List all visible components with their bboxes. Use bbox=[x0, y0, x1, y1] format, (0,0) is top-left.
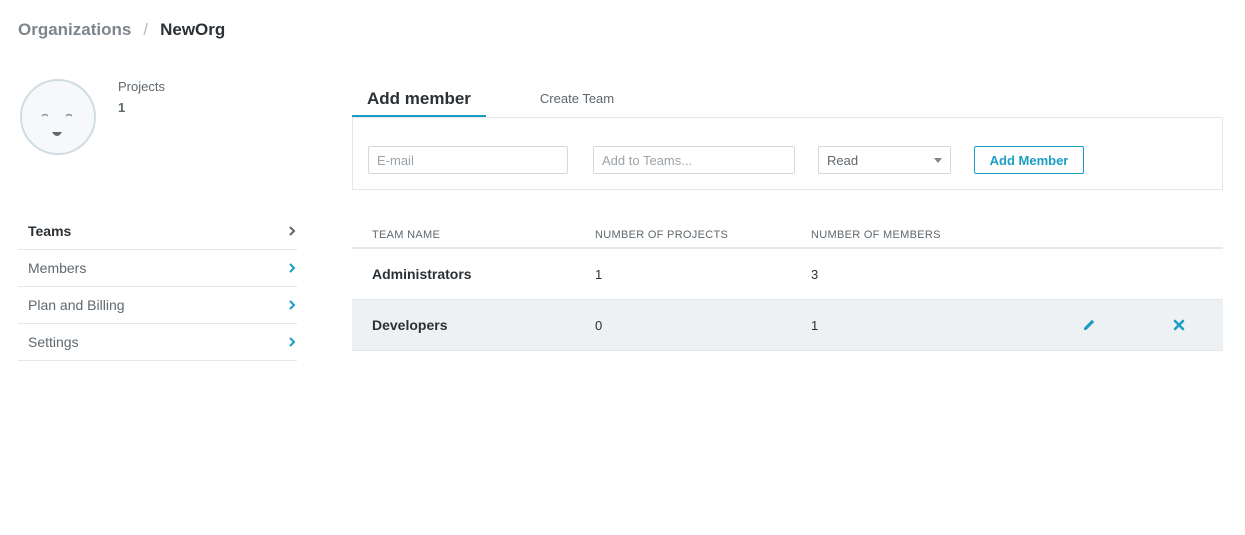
tab-add-member[interactable]: Add member bbox=[352, 82, 486, 118]
tab-create-team[interactable]: Create Team bbox=[540, 82, 614, 118]
sidebar-item-label: Members bbox=[28, 260, 87, 276]
close-icon bbox=[1173, 319, 1185, 331]
table-header: TEAM NAME NUMBER OF PROJECTS NUMBER OF M… bbox=[352, 222, 1223, 249]
column-header-number-of-projects[interactable]: NUMBER OF PROJECTS bbox=[595, 229, 811, 241]
breadcrumb: Organizations / NewOrg bbox=[18, 20, 225, 40]
sidebar-item-plan-and-billing[interactable]: Plan and Billing bbox=[18, 287, 297, 324]
team-projects-count: 1 bbox=[595, 266, 603, 282]
sidebar-item-members[interactable]: Members bbox=[18, 250, 297, 287]
chevron-right-icon bbox=[289, 300, 296, 310]
sidebar-item-label: Settings bbox=[28, 334, 79, 350]
sidebar-item-label: Plan and Billing bbox=[28, 297, 125, 313]
add-member-panel: Read Add Member bbox=[352, 117, 1223, 190]
sidebar-nav: Teams Members Plan and Billing Settings bbox=[18, 213, 297, 361]
add-member-button[interactable]: Add Member bbox=[974, 146, 1084, 174]
projects-label: Projects bbox=[118, 79, 165, 94]
tab-bar: Add member Create Team bbox=[352, 82, 614, 118]
team-projects-count: 0 bbox=[595, 317, 603, 333]
team-members-count: 3 bbox=[811, 266, 819, 282]
table-row[interactable]: Administrators 1 3 bbox=[352, 249, 1223, 300]
delete-team-button[interactable] bbox=[1170, 316, 1188, 334]
column-header-team-name[interactable]: TEAM NAME bbox=[352, 229, 595, 241]
smiley-face-icon bbox=[41, 113, 73, 136]
chevron-right-icon bbox=[289, 337, 296, 347]
org-stats: Projects 1 bbox=[118, 79, 165, 115]
projects-count: 1 bbox=[118, 100, 126, 115]
teams-table: TEAM NAME NUMBER OF PROJECTS NUMBER OF M… bbox=[352, 222, 1223, 351]
permission-select-value: Read bbox=[827, 152, 859, 168]
breadcrumb-current-org: NewOrg bbox=[160, 20, 226, 39]
team-name: Developers bbox=[372, 317, 448, 333]
team-name: Administrators bbox=[372, 266, 472, 282]
edit-team-button[interactable] bbox=[1080, 316, 1098, 334]
email-field[interactable] bbox=[368, 146, 568, 174]
caret-down-icon bbox=[934, 157, 942, 163]
sidebar-item-settings[interactable]: Settings bbox=[18, 324, 297, 361]
pencil-icon bbox=[1084, 319, 1095, 330]
breadcrumb-separator: / bbox=[143, 20, 149, 39]
add-to-teams-field[interactable] bbox=[593, 146, 795, 174]
org-avatar bbox=[20, 79, 96, 155]
breadcrumb-organizations-link[interactable]: Organizations bbox=[18, 20, 131, 40]
team-members-count: 1 bbox=[811, 317, 819, 333]
chevron-right-icon bbox=[289, 226, 296, 236]
chevron-right-icon bbox=[289, 263, 296, 273]
permission-select[interactable]: Read bbox=[818, 146, 951, 174]
sidebar-item-teams[interactable]: Teams bbox=[18, 213, 297, 250]
table-row[interactable]: Developers 0 1 bbox=[352, 300, 1223, 351]
sidebar-item-label: Teams bbox=[28, 223, 72, 239]
column-header-number-of-members[interactable]: NUMBER OF MEMBERS bbox=[811, 229, 1041, 241]
